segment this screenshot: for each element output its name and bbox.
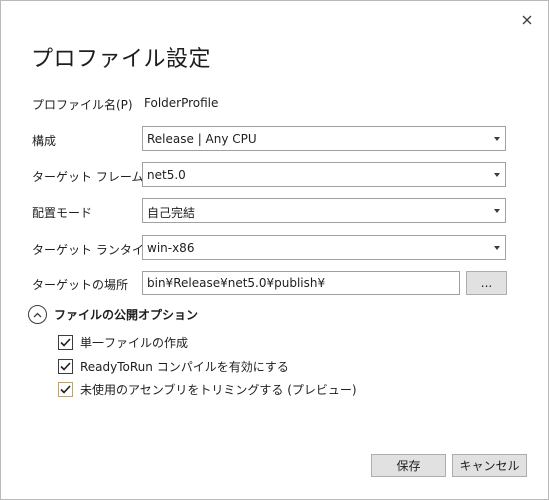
publish-options-expander[interactable]: ファイルの公開オプション <box>28 305 198 324</box>
single-file-label: 単一ファイルの作成 <box>80 336 189 350</box>
deployment-mode-label: 配置モード <box>32 206 93 220</box>
profile-settings-dialog: プロファイル設定 プロファイル名(P) FolderProfile 構成 Rel… <box>0 0 549 500</box>
target-framework-value: net5.0 <box>147 168 186 182</box>
chevron-down-icon <box>494 137 500 141</box>
configuration-dropdown[interactable]: Release | Any CPU <box>142 126 506 151</box>
cancel-button[interactable]: キャンセル <box>452 454 527 477</box>
close-icon <box>522 15 532 25</box>
profile-name-value: FolderProfile <box>144 96 219 110</box>
collapse-chevron-icon <box>28 305 47 324</box>
dialog-title: プロファイル設定 <box>31 47 212 72</box>
close-button[interactable] <box>516 9 538 31</box>
checkbox-checked-icon[interactable] <box>58 335 73 350</box>
deployment-mode-dropdown[interactable]: 自己完結 <box>142 198 506 223</box>
target-runtime-label: ターゲット ランタイム <box>32 243 156 257</box>
profile-name-label: プロファイル名(P) <box>32 98 133 112</box>
checkbox-checked-icon[interactable] <box>58 382 73 397</box>
publish-options-header: ファイルの公開オプション <box>54 308 199 322</box>
target-location-input[interactable] <box>143 272 459 294</box>
target-runtime-value: win-x86 <box>147 241 195 255</box>
save-button[interactable]: 保存 <box>371 454 446 477</box>
chevron-down-icon <box>494 173 500 177</box>
trim-assemblies-option[interactable]: 未使用のアセンブリをトリミングする (プレビュー) <box>58 381 357 398</box>
chevron-down-icon <box>494 246 500 250</box>
target-framework-dropdown[interactable]: net5.0 <box>142 162 506 187</box>
target-runtime-dropdown[interactable]: win-x86 <box>142 235 506 260</box>
ready-to-run-label: ReadyToRun コンパイルを有効にする <box>80 360 289 374</box>
ready-to-run-option[interactable]: ReadyToRun コンパイルを有効にする <box>58 358 289 375</box>
target-location-label: ターゲットの場所 <box>32 278 129 292</box>
browse-button[interactable]: ... <box>466 271 507 295</box>
single-file-option[interactable]: 単一ファイルの作成 <box>58 334 188 351</box>
target-location-field[interactable] <box>142 271 460 295</box>
configuration-value: Release | Any CPU <box>147 132 257 146</box>
checkbox-checked-icon[interactable] <box>58 359 73 374</box>
trim-assemblies-label: 未使用のアセンブリをトリミングする (プレビュー) <box>80 383 357 397</box>
chevron-down-icon <box>494 209 500 213</box>
configuration-label: 構成 <box>32 134 57 148</box>
deployment-mode-value: 自己完結 <box>147 206 196 220</box>
